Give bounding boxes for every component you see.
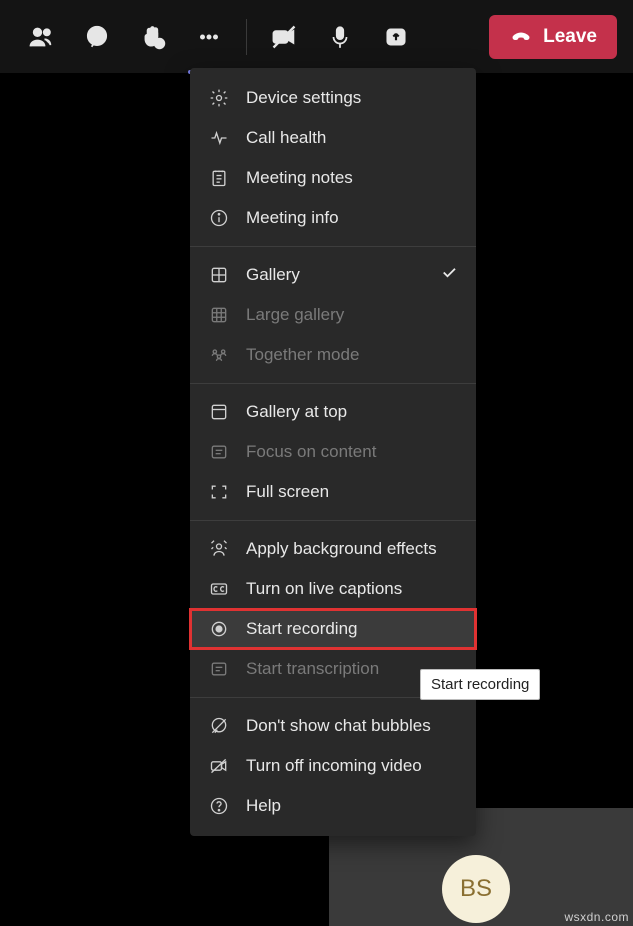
menu-together-mode: Together mode — [190, 335, 476, 375]
menu-gallery-at-top[interactable]: Gallery at top — [190, 392, 476, 432]
menu-label: Full screen — [246, 482, 329, 502]
avatar: BS — [442, 855, 510, 923]
menu-gallery[interactable]: Gallery — [190, 255, 476, 295]
menu-label: Start recording — [246, 619, 358, 639]
leave-label: Leave — [543, 26, 597, 48]
chat-off-icon — [208, 715, 230, 737]
notes-icon — [208, 167, 230, 189]
menu-help[interactable]: Help — [190, 786, 476, 826]
menu-label: Gallery at top — [246, 402, 347, 422]
check-icon — [440, 264, 458, 287]
more-actions-menu: Device settings Call health Meeting note… — [190, 68, 476, 836]
microphone-button[interactable] — [315, 12, 365, 62]
menu-label: Don't show chat bubbles — [246, 716, 431, 736]
menu-focus-on-content: Focus on content — [190, 432, 476, 472]
menu-live-captions[interactable]: Turn on live captions — [190, 569, 476, 609]
menu-label: Together mode — [246, 345, 359, 365]
menu-label: Meeting info — [246, 208, 339, 228]
activity-icon — [208, 127, 230, 149]
together-icon — [208, 344, 230, 366]
chat-button[interactable] — [72, 12, 122, 62]
toolbar-separator — [246, 19, 247, 55]
menu-separator — [190, 383, 476, 384]
watermark: wsxdn.com — [564, 910, 629, 924]
menu-meeting-notes[interactable]: Meeting notes — [190, 158, 476, 198]
tooltip: Start recording — [420, 669, 540, 700]
menu-background-effects[interactable]: Apply background effects — [190, 529, 476, 569]
camera-button[interactable] — [259, 12, 309, 62]
grid-2x2-icon — [208, 264, 230, 286]
video-off-icon — [208, 755, 230, 777]
menu-label: Device settings — [246, 88, 361, 108]
menu-separator — [190, 246, 476, 247]
menu-device-settings[interactable]: Device settings — [190, 78, 476, 118]
content-icon — [208, 441, 230, 463]
menu-separator — [190, 520, 476, 521]
menu-large-gallery: Large gallery — [190, 295, 476, 335]
transcription-icon — [208, 658, 230, 680]
leave-button[interactable]: Leave — [489, 15, 617, 59]
menu-label: Start transcription — [246, 659, 379, 679]
more-actions-button[interactable] — [184, 12, 234, 62]
menu-label: Apply background effects — [246, 539, 437, 559]
gallery-top-icon — [208, 401, 230, 423]
menu-turn-off-incoming-video[interactable]: Turn off incoming video — [190, 746, 476, 786]
menu-label: Turn off incoming video — [246, 756, 422, 776]
gear-icon — [208, 87, 230, 109]
menu-label: Focus on content — [246, 442, 376, 462]
people-button[interactable] — [16, 12, 66, 62]
menu-dont-show-chat[interactable]: Don't show chat bubbles — [190, 706, 476, 746]
menu-label: Turn on live captions — [246, 579, 402, 599]
reactions-button[interactable] — [128, 12, 178, 62]
menu-start-recording[interactable]: Start recording — [190, 609, 476, 649]
menu-label: Help — [246, 796, 281, 816]
menu-label: Meeting notes — [246, 168, 353, 188]
person-effects-icon — [208, 538, 230, 560]
menu-meeting-info[interactable]: Meeting info — [190, 198, 476, 238]
help-icon — [208, 795, 230, 817]
menu-call-health[interactable]: Call health — [190, 118, 476, 158]
menu-label: Large gallery — [246, 305, 344, 325]
info-icon — [208, 207, 230, 229]
grid-3x3-icon — [208, 304, 230, 326]
fullscreen-icon — [208, 481, 230, 503]
meeting-toolbar: Leave — [0, 0, 633, 74]
cc-icon — [208, 578, 230, 600]
record-icon — [208, 618, 230, 640]
menu-full-screen[interactable]: Full screen — [190, 472, 476, 512]
menu-label: Gallery — [246, 265, 300, 285]
menu-label: Call health — [246, 128, 326, 148]
share-button[interactable] — [371, 12, 421, 62]
